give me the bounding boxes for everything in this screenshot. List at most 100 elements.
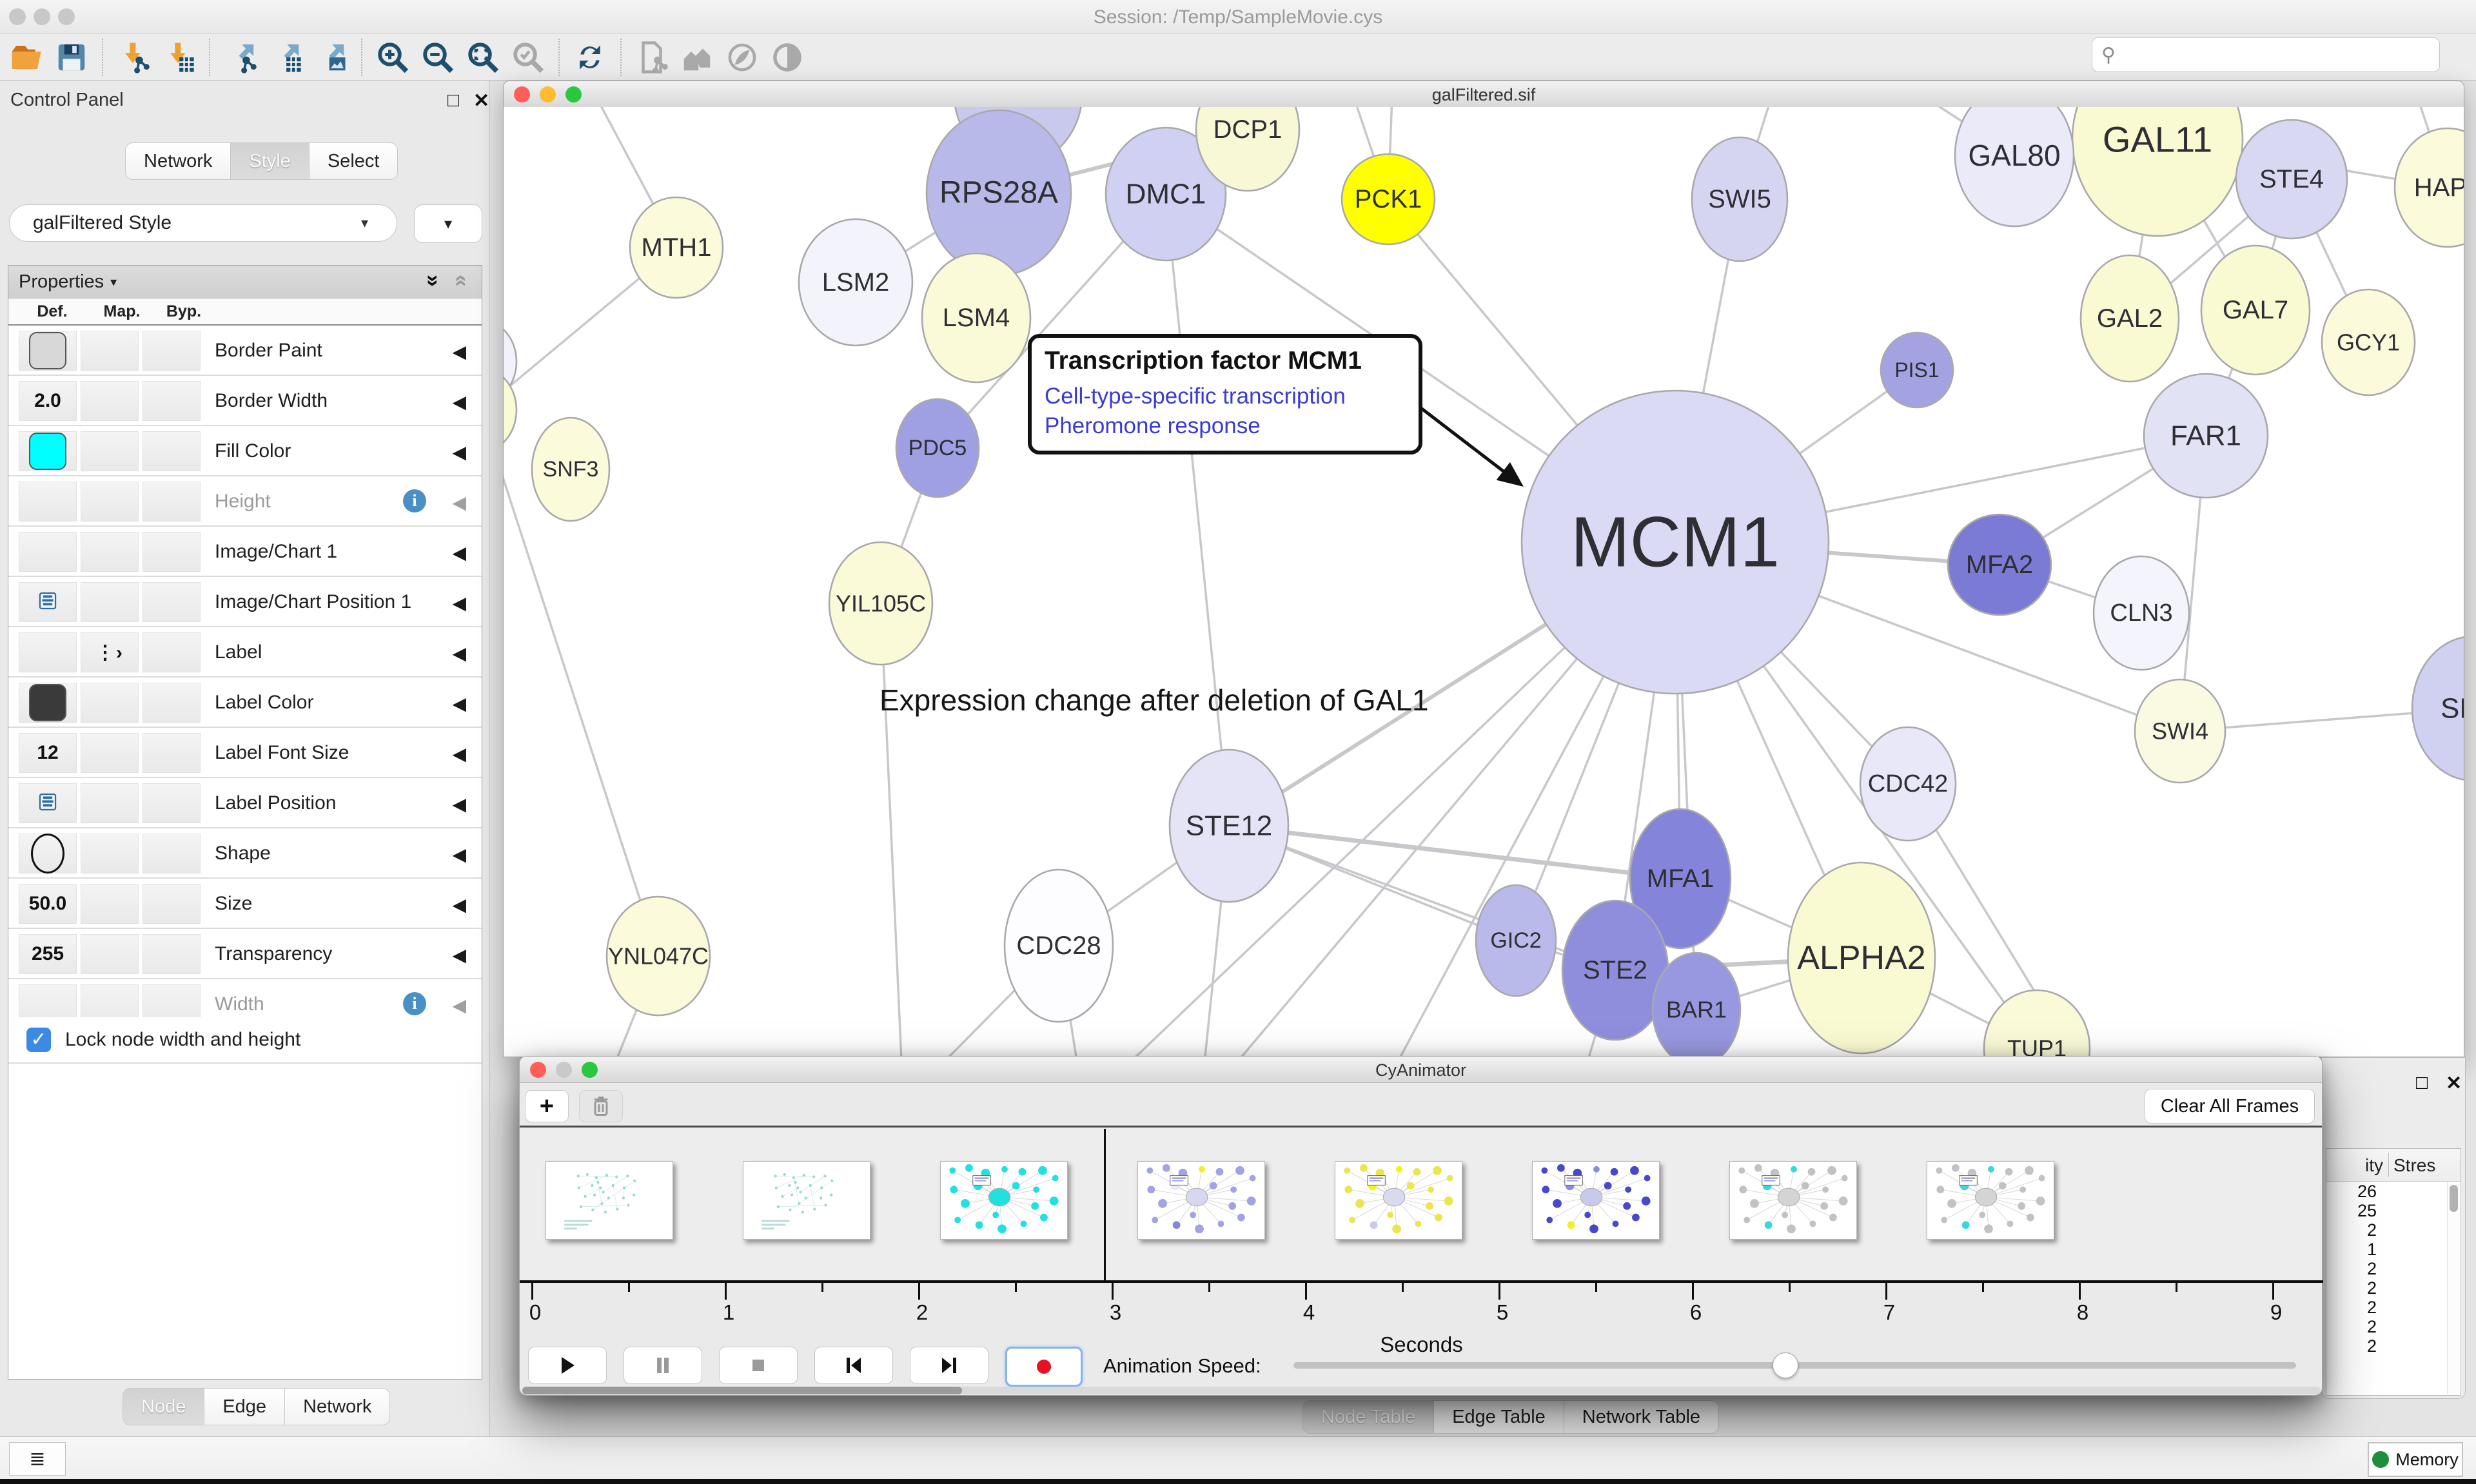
map-cell[interactable] bbox=[81, 934, 139, 974]
table-row[interactable]: 25 bbox=[2326, 1201, 2461, 1220]
property-row-label[interactable]: ⋮›Label◀ bbox=[8, 627, 482, 678]
byp-cell[interactable] bbox=[142, 331, 201, 371]
def-cell[interactable] bbox=[19, 532, 77, 572]
zoom-in-icon[interactable] bbox=[370, 37, 415, 78]
byp-cell[interactable] bbox=[142, 632, 201, 672]
tab-network[interactable]: Network bbox=[125, 142, 230, 180]
memory-button[interactable]: Memory bbox=[2368, 1442, 2463, 1477]
byp-cell[interactable] bbox=[142, 834, 201, 874]
tab-select[interactable]: Select bbox=[309, 142, 398, 180]
style-target-tab-edge[interactable]: Edge bbox=[204, 1388, 284, 1425]
default-swatch[interactable] bbox=[29, 433, 66, 470]
map-cell[interactable]: ⋮› bbox=[81, 632, 139, 672]
skip-start-button[interactable] bbox=[814, 1347, 893, 1384]
table-tab-edge-table[interactable]: Edge Table bbox=[1433, 1400, 1564, 1434]
map-cell[interactable] bbox=[81, 431, 139, 471]
property-row-image-chart-position-1[interactable]: Image/Chart Position 1◀ bbox=[8, 577, 482, 627]
byp-cell[interactable] bbox=[142, 884, 201, 924]
frame-thumbnail-4[interactable] bbox=[1335, 1161, 1462, 1240]
expand-row-icon[interactable]: ◀ bbox=[452, 894, 466, 915]
property-row-size[interactable]: 50.0Size◀ bbox=[8, 879, 482, 929]
expand-row-icon[interactable]: ◀ bbox=[452, 794, 466, 815]
def-cell[interactable] bbox=[19, 331, 77, 371]
expand-row-icon[interactable]: ◀ bbox=[452, 592, 466, 614]
property-row-border-width[interactable]: 2.0Border Width◀ bbox=[8, 376, 482, 426]
export-image-icon[interactable] bbox=[308, 37, 353, 78]
add-frame-button[interactable]: + bbox=[525, 1090, 569, 1122]
map-cell[interactable] bbox=[81, 683, 139, 723]
stop-button[interactable] bbox=[719, 1347, 798, 1384]
byp-cell[interactable] bbox=[142, 532, 201, 572]
task-history-button[interactable]: ≣ bbox=[9, 1442, 66, 1476]
network-graph[interactable]: RPS28BGAL11ALPHA2TUP1MCM1RPS28ADMC1DCP1P… bbox=[504, 107, 2464, 1057]
info-icon[interactable]: i bbox=[403, 489, 426, 513]
frame-filmstrip[interactable] bbox=[520, 1128, 2322, 1280]
record-button[interactable] bbox=[1005, 1347, 1083, 1387]
table-row[interactable]: 2 bbox=[2326, 1259, 2461, 1278]
property-row-label-font-size[interactable]: 12Label Font Size◀ bbox=[8, 728, 482, 778]
map-cell[interactable] bbox=[81, 884, 139, 924]
map-cell[interactable] bbox=[81, 381, 139, 421]
network-canvas[interactable]: RPS28BGAL11ALPHA2TUP1MCM1RPS28ADMC1DCP1P… bbox=[504, 107, 2464, 1057]
column-divider[interactable] bbox=[2388, 1153, 2389, 1177]
expand-row-icon[interactable]: ◀ bbox=[452, 693, 466, 714]
pause-button[interactable] bbox=[624, 1347, 702, 1384]
property-row-border-paint[interactable]: Border Paint◀ bbox=[8, 326, 482, 376]
byp-cell[interactable] bbox=[142, 582, 201, 622]
def-cell[interactable] bbox=[19, 582, 77, 622]
def-cell[interactable] bbox=[19, 783, 77, 823]
position-icon[interactable] bbox=[37, 791, 59, 816]
export-table-icon[interactable] bbox=[263, 37, 308, 78]
expand-row-icon[interactable]: ◀ bbox=[452, 944, 466, 966]
frame-thumbnail-7[interactable] bbox=[1927, 1161, 2054, 1240]
byp-cell[interactable] bbox=[142, 733, 201, 773]
expand-row-icon[interactable]: ◀ bbox=[452, 542, 466, 563]
expand-row-icon[interactable]: ◀ bbox=[452, 643, 466, 664]
close-panel-icon[interactable]: ✕ bbox=[473, 90, 489, 112]
expand-row-icon[interactable]: ◀ bbox=[452, 391, 466, 413]
expand-row-icon[interactable]: ◀ bbox=[452, 995, 466, 1016]
style-options-button[interactable]: ▾ bbox=[414, 204, 482, 243]
property-row-transparency[interactable]: 255Transparency◀ bbox=[8, 929, 482, 979]
table-row[interactable]: 2 bbox=[2326, 1336, 2461, 1356]
map-cell[interactable] bbox=[81, 783, 139, 823]
ellipse-shape-icon[interactable] bbox=[31, 834, 64, 874]
default-value[interactable]: 50.0 bbox=[29, 893, 66, 915]
expand-row-icon[interactable]: ◀ bbox=[452, 341, 466, 362]
property-row-label-color[interactable]: Label Color◀ bbox=[8, 678, 482, 728]
refresh-layout-icon[interactable] bbox=[567, 37, 613, 78]
map-cell[interactable] bbox=[81, 733, 139, 773]
filmstrip-scrollbar[interactable] bbox=[522, 1387, 2321, 1394]
style-selector[interactable]: galFiltered Style ▾ bbox=[9, 204, 397, 242]
def-cell[interactable] bbox=[19, 683, 77, 723]
tab-style[interactable]: Style bbox=[230, 142, 308, 180]
export-network-icon[interactable] bbox=[218, 37, 263, 78]
search-box[interactable]: ⚲ bbox=[2092, 37, 2440, 72]
close-panel-icon[interactable]: ✕ bbox=[2446, 1072, 2462, 1095]
default-value[interactable]: 2.0 bbox=[34, 390, 61, 412]
float-panel-icon[interactable]: □ bbox=[447, 90, 459, 112]
import-table-icon[interactable] bbox=[156, 37, 201, 78]
byp-cell[interactable] bbox=[142, 381, 201, 421]
collapse-all-icon[interactable]: « bbox=[455, 268, 467, 293]
edge-DMC1-STE12[interactable] bbox=[1166, 194, 1229, 826]
save-session-icon[interactable] bbox=[49, 37, 94, 78]
cyanimator-titlebar[interactable]: CyAnimator bbox=[520, 1057, 2322, 1083]
table-row[interactable]: 2 bbox=[2326, 1278, 2461, 1298]
def-cell[interactable]: 255 bbox=[19, 934, 77, 974]
timeline-playhead[interactable] bbox=[1104, 1129, 1106, 1280]
expand-row-icon[interactable]: ◀ bbox=[452, 743, 466, 765]
property-row-fill-color[interactable]: Fill Color◀ bbox=[8, 426, 482, 476]
search-input[interactable] bbox=[2121, 44, 2420, 66]
default-swatch[interactable] bbox=[29, 684, 66, 721]
def-cell[interactable] bbox=[19, 431, 77, 471]
map-cell[interactable] bbox=[81, 482, 139, 522]
frame-thumbnail-5[interactable] bbox=[1532, 1161, 1660, 1240]
callout-link[interactable]: Cell-type-specific transcription bbox=[1045, 382, 1406, 411]
animation-speed-slider[interactable] bbox=[1293, 1362, 2296, 1369]
table-row[interactable]: 26 bbox=[2326, 1182, 2461, 1201]
edge-YIL105C-a10[interactable] bbox=[881, 603, 903, 1057]
table-scrollbar[interactable] bbox=[2447, 1182, 2459, 1394]
play-button[interactable] bbox=[528, 1347, 607, 1384]
byp-cell[interactable] bbox=[142, 482, 201, 522]
